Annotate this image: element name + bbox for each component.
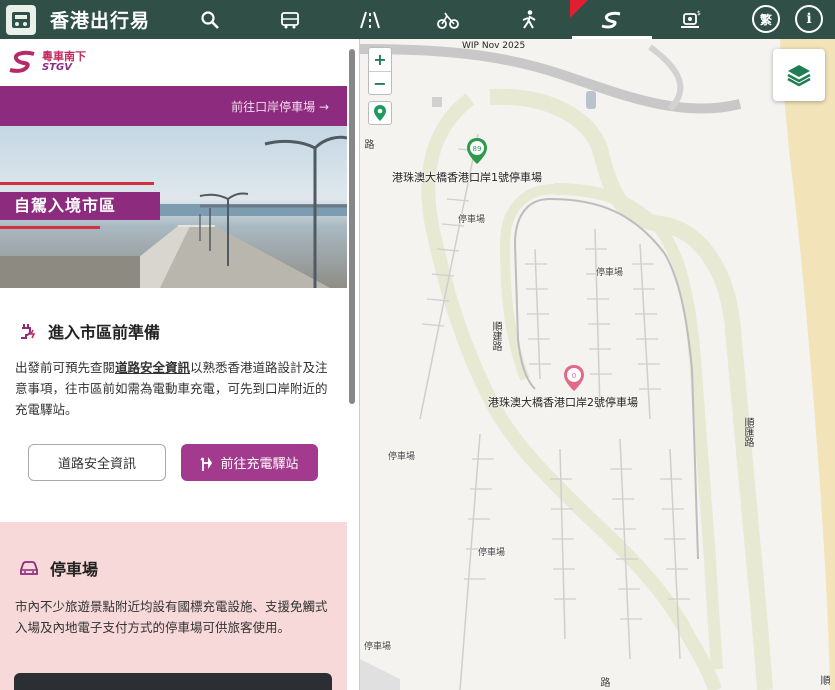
app-logo-icon[interactable] — [6, 4, 36, 35]
car-icon — [20, 561, 38, 575]
stgv-brand: 粵車南下 STGV — [8, 49, 86, 75]
hero-caption: 自駕入境市區 — [0, 192, 160, 220]
prep-section-title: 進入市區前準備 — [18, 319, 160, 343]
lot-label: 停車場 — [596, 268, 624, 278]
road-safety-link[interactable]: 道路安全資訊 — [115, 360, 190, 375]
zoom-control: + − — [368, 47, 392, 95]
locate-button[interactable] — [368, 101, 392, 125]
info-button[interactable]: i — [795, 5, 823, 33]
prep-text: 出發前可預先查閱道路安全資訊以熟悉香港道路設計及注意事項，往市區前如需為電動車充… — [15, 357, 337, 420]
road-label: 順建路 — [490, 321, 501, 351]
layers-icon — [787, 65, 811, 87]
pin2-number: 0 — [572, 372, 576, 380]
carpark-image — [14, 673, 332, 690]
parking-section: 停車場 市內不少旅遊景點附近均設有國標充電設施、支援免觸式入場及內地電子支付方式… — [0, 522, 347, 690]
hero-accent-line — [0, 182, 154, 185]
carpark-link-banner[interactable]: 前往口岸停車場 → — [0, 86, 347, 126]
brand-en: STGV — [42, 62, 72, 73]
layers-button[interactable] — [773, 49, 825, 101]
directions-icon — [200, 456, 213, 471]
ev-charge-icon[interactable] — [582, 0, 642, 39]
brand-cn: 粵車南下 — [42, 50, 86, 63]
svg-text:$: $ — [697, 10, 701, 17]
carpark2-marker[interactable]: 0 — [563, 364, 585, 396]
parking-title: 停車場 — [50, 560, 99, 579]
carpark2-label[interactable]: 港珠澳大橋香港口岸2號停車場 — [488, 394, 638, 410]
hero-image: 自駕入境市區 — [0, 126, 347, 288]
carpark1-label[interactable]: 港珠澳大橋香港口岸1號停車場 — [392, 169, 542, 185]
road-label: 順 — [818, 675, 829, 685]
carpark-link-text[interactable]: 前往口岸停車場 → — [231, 98, 329, 115]
lot-label: 停車場 — [458, 215, 486, 225]
go-charging-button[interactable]: 前往充電驛站 — [181, 444, 318, 481]
road-icon[interactable] — [340, 0, 400, 39]
ferry-icon[interactable]: $ — [660, 0, 720, 39]
lot-label: 停車場 — [364, 642, 392, 652]
stgv-logo-icon — [9, 50, 35, 73]
plug-icon — [21, 324, 36, 339]
zoom-out-button[interactable]: − — [369, 72, 391, 95]
parking-text: 市內不少旅遊景點附近均設有國標充電設施、支援免觸式入場及內地電子支付方式的停車場… — [15, 599, 328, 635]
road-label: 路 — [362, 139, 373, 149]
search-icon[interactable] — [180, 0, 240, 39]
app-window: 香港出行易 $ 繁 i 粵車南下 STGV 前往口岸停車場 → 自駕入境市區 進… — [0, 0, 835, 690]
prep-text-part: 出發前可預先查閱 — [15, 360, 116, 375]
language-button[interactable]: 繁 — [752, 5, 780, 33]
bike-icon[interactable] — [418, 0, 478, 39]
road-safety-button[interactable]: 道路安全資訊 — [28, 444, 166, 481]
bus-icon[interactable] — [260, 0, 320, 39]
road-label: 順匯路 — [742, 417, 753, 447]
location-pin-icon — [374, 105, 386, 121]
app-title: 香港出行易 — [50, 10, 151, 32]
wip-label: WIP Nov 2025 — [462, 41, 526, 51]
parking-section-title: 停車場 — [18, 556, 98, 580]
lot-label: 停車場 — [478, 548, 506, 558]
walk-icon[interactable] — [500, 0, 560, 39]
map-view[interactable]: WIP Nov 2025 + − 89 港珠澳大橋香港口岸1號停車場 0 港珠澳… — [360, 39, 835, 690]
lot-label: 停車場 — [388, 452, 416, 462]
go-charging-label[interactable]: 前往充電驛站 — [220, 453, 298, 472]
carpark1-marker[interactable]: 89 — [466, 137, 488, 169]
zoom-in-button[interactable]: + — [369, 48, 391, 71]
prep-title: 進入市區前準備 — [48, 323, 161, 342]
pin1-number: 89 — [473, 145, 482, 153]
top-bar: 香港出行易 $ 繁 i — [0, 0, 835, 39]
map-canvas — [360, 39, 835, 690]
side-panel: 粵車南下 STGV 前往口岸停車場 → 自駕入境市區 進入市區前準備 出發前可預… — [0, 39, 360, 690]
road-label: 路 — [598, 677, 609, 687]
panel-scrollbar[interactable] — [349, 49, 355, 404]
hero-accent-line — [0, 226, 100, 229]
